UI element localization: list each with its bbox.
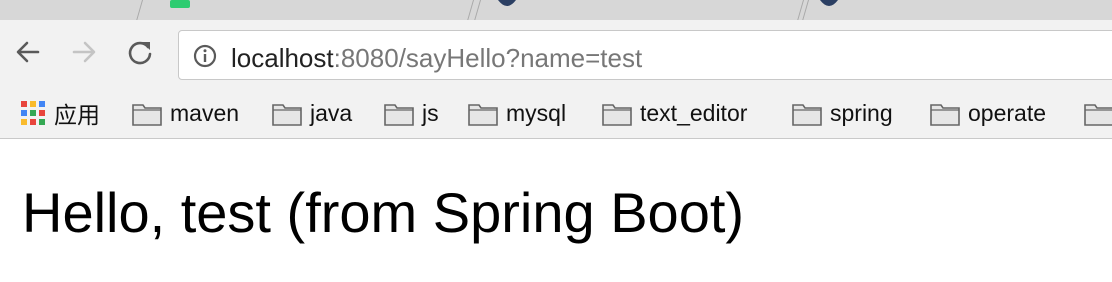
bookmark-label: mysql [506,99,567,126]
folder-icon [384,104,414,126]
url-host: localhost [231,43,334,73]
folder-icon [132,104,162,126]
bookmark-label: js [422,99,439,126]
bookmark-label: java [310,99,353,126]
page-heading: Hello, test (from Spring Boot) [22,181,745,244]
forward-button[interactable] [68,36,100,68]
folder-icon [1084,104,1112,126]
bookmark-label: 应用 [54,102,100,128]
folder-icon [602,104,632,126]
bookmark-label: text_editor [640,99,748,126]
url-text[interactable]: localhost:8080/sayHello?name=test [231,43,642,74]
tab-2[interactable] [474,0,806,20]
folder-icon [792,104,822,126]
folder-icon [930,104,960,126]
tab-3-favicon-icon [820,0,838,6]
browser-toolbar: localhost:8080/sayHello?name=test [0,20,1112,92]
folder-icon [468,104,498,126]
folder-icon [272,104,302,126]
reload-icon [128,41,152,65]
bookmarks-bar: 应用 maven java js mysql text_editor sprin… [0,92,1112,139]
back-button[interactable] [12,36,44,68]
bookmark-folder-js[interactable]: js [384,96,439,130]
bookmark-folder-text-editor[interactable]: text_editor [602,96,747,130]
info-icon[interactable] [193,44,217,68]
bookmark-label: maven [170,99,240,126]
bookmark-folder-java[interactable]: java [272,96,352,130]
forward-arrow-icon [72,41,96,63]
tab-strip [0,0,1112,21]
bookmark-folder-spring[interactable]: spring [792,96,893,130]
apps-grid-icon [21,101,45,125]
green-favicon-icon [170,0,190,8]
bookmark-folder-maven[interactable]: maven [132,96,239,130]
back-arrow-icon [16,41,40,63]
tab-3[interactable] [802,0,1112,20]
bookmark-apps[interactable]: 应用 [20,96,100,130]
bookmark-label: spring [830,99,893,126]
bookmark-label: operate [968,99,1047,126]
bookmark-folder-overflow[interactable] [1084,96,1112,130]
bookmark-folder-mysql[interactable]: mysql [468,96,566,130]
url-path: :8080/sayHello?name=test [333,43,643,73]
address-bar[interactable]: localhost:8080/sayHello?name=test [178,30,1112,80]
bookmark-folder-operate[interactable]: operate [930,96,1046,130]
reload-button[interactable] [124,36,156,68]
tab-2-favicon-icon [498,0,516,6]
